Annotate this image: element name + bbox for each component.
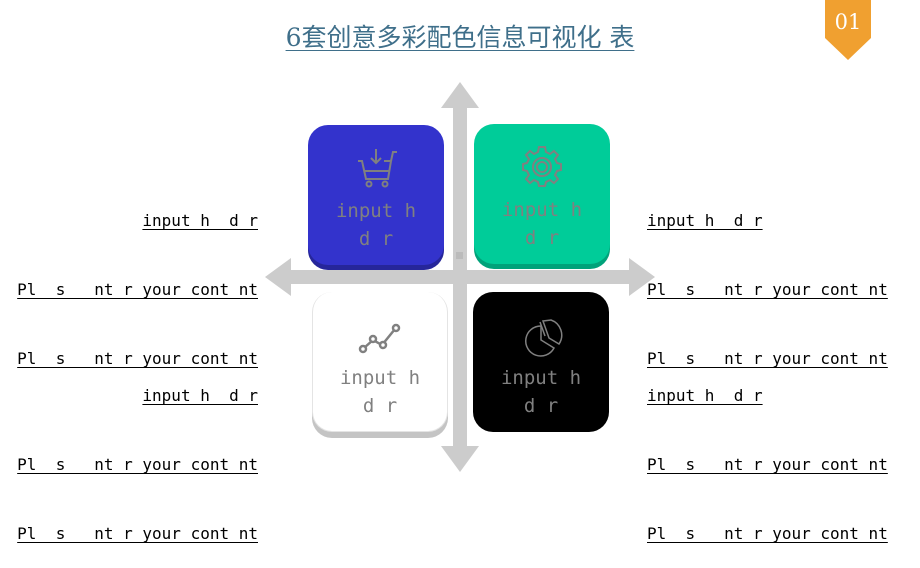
text-block-bottom-right: input h d r Pl s nt r your cont nt Pl s … xyxy=(647,338,888,568)
arrow-up-icon xyxy=(441,82,479,108)
quadrant-tile-white[interactable]: input h d r xyxy=(312,292,448,432)
block-heading: input h d r xyxy=(142,211,258,230)
arrow-down-icon xyxy=(441,446,479,472)
arrow-left-icon xyxy=(265,258,291,296)
tile-label: input h d r xyxy=(308,197,444,253)
text-block-bottom-left: input h d r Pl s nt r your cont nt Pl s … xyxy=(17,338,258,568)
tile-label-line2: d r xyxy=(523,395,559,417)
quadrant-tile-green[interactable]: input h d r xyxy=(474,124,610,264)
line-chart-icon xyxy=(313,320,447,362)
shopping-cart-icon xyxy=(308,147,444,189)
tile-label-line1: input h xyxy=(335,200,417,222)
tile-label-line1: input h xyxy=(500,367,582,389)
horizontal-axis-shaft xyxy=(285,270,635,284)
block-heading: input h d r xyxy=(647,386,763,405)
block-heading: input h d r xyxy=(647,211,763,230)
tile-label: input h d r xyxy=(313,364,447,420)
tile-label-line1: input h xyxy=(501,199,583,221)
tile-label-line2: d r xyxy=(524,227,560,249)
block-line: Pl s nt r your cont nt xyxy=(647,455,888,474)
gear-icon xyxy=(474,146,610,188)
block-line: Pl s nt r your cont nt xyxy=(647,524,888,543)
quadrant-tile-blue[interactable]: input h d r xyxy=(308,125,444,265)
block-line: Pl s nt r your cont nt xyxy=(17,280,258,299)
pie-chart-icon xyxy=(473,318,609,360)
tile-label-line2: d r xyxy=(362,395,398,417)
block-line: Pl s nt r your cont nt xyxy=(17,524,258,543)
center-marker xyxy=(456,252,463,259)
block-heading: input h d r xyxy=(142,386,258,405)
tile-label: input h d r xyxy=(474,196,610,252)
block-line: Pl s nt r your cont nt xyxy=(647,280,888,299)
quadrant-tile-black[interactable]: input h d r xyxy=(473,292,609,432)
tile-label-line2: d r xyxy=(358,228,394,250)
tile-label-line1: input h xyxy=(339,367,421,389)
block-line: Pl s nt r your cont nt xyxy=(17,455,258,474)
tile-label: input h d r xyxy=(473,364,609,420)
